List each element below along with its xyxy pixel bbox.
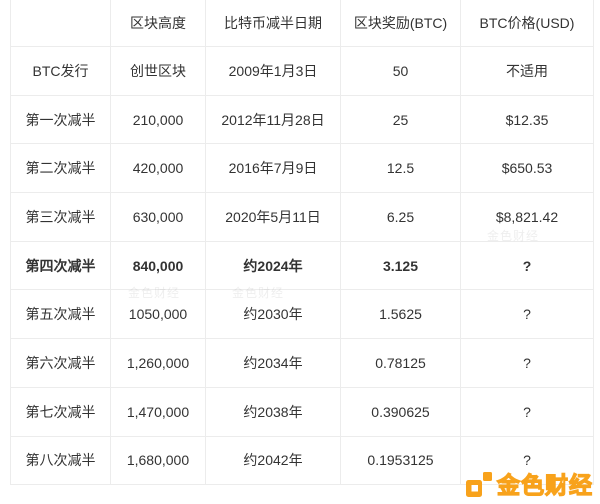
jinse-logo-text: 金色财经: [497, 471, 593, 499]
table-cell: $650.53: [461, 144, 594, 193]
table-cell: ?: [461, 339, 594, 388]
header-cell-halving-date: 比特币减半日期: [206, 0, 341, 47]
row-label: 第四次减半: [11, 241, 111, 290]
row-label: 第七次减半: [11, 387, 111, 436]
table-cell: 1,680,000: [111, 436, 206, 485]
table-cell: 2009年1月3日: [206, 47, 341, 96]
table-cell: 6.25: [341, 193, 461, 242]
halving-table-body: BTC发行创世区块2009年1月3日50不适用第一次减半210,0002012年…: [11, 47, 594, 485]
header-cell-empty: [11, 0, 111, 47]
jinse-finance-logo: 金色财经: [465, 471, 593, 499]
table-cell: 1,470,000: [111, 387, 206, 436]
table-row: 第四次减半840,000约2024年3.125?: [11, 241, 594, 290]
table-cell: 1.5625: [341, 290, 461, 339]
table-cell: 2016年7月9日: [206, 144, 341, 193]
table-cell: 1050,000: [111, 290, 206, 339]
table-cell: 约2038年: [206, 387, 341, 436]
header-cell-block-reward: 区块奖励(BTC): [341, 0, 461, 47]
row-label: 第二次减半: [11, 144, 111, 193]
table-cell: 3.125: [341, 241, 461, 290]
table-cell: 约2024年: [206, 241, 341, 290]
table-row: 第二次减半420,0002016年7月9日12.5$650.53: [11, 144, 594, 193]
table-row: 第三次减半630,0002020年5月11日6.25$8,821.42: [11, 193, 594, 242]
table-row: 第一次减半210,0002012年11月28日25$12.35: [11, 95, 594, 144]
table-cell: 0.78125: [341, 339, 461, 388]
row-label: 第三次减半: [11, 193, 111, 242]
table-cell: 约2042年: [206, 436, 341, 485]
table-cell: 0.390625: [341, 387, 461, 436]
table-cell: 不适用: [461, 47, 594, 96]
table-cell: 约2034年: [206, 339, 341, 388]
bitcoin-halving-table: 区块高度 比特币减半日期 区块奖励(BTC) BTC价格(USD) BTC发行创…: [10, 0, 594, 485]
table-cell: ?: [461, 387, 594, 436]
table-cell: 840,000: [111, 241, 206, 290]
table-cell: 630,000: [111, 193, 206, 242]
header-cell-btc-price: BTC价格(USD): [461, 0, 594, 47]
table-cell: 2012年11月28日: [206, 95, 341, 144]
page: 区块高度 比特币减半日期 区块奖励(BTC) BTC价格(USD) BTC发行创…: [0, 0, 600, 504]
header-row: 区块高度 比特币减半日期 区块奖励(BTC) BTC价格(USD): [11, 0, 594, 47]
table-cell: 1,260,000: [111, 339, 206, 388]
table-row: 第五次减半1050,000约2030年1.5625?: [11, 290, 594, 339]
table-row: 第六次减半1,260,000约2034年0.78125?: [11, 339, 594, 388]
jinse-logo-icon: [465, 471, 493, 499]
table-cell: $8,821.42: [461, 193, 594, 242]
table-cell: 420,000: [111, 144, 206, 193]
table-cell: 0.1953125: [341, 436, 461, 485]
header-cell-block-height: 区块高度: [111, 0, 206, 47]
table-cell: 2020年5月11日: [206, 193, 341, 242]
row-label: 第八次减半: [11, 436, 111, 485]
table-cell: 12.5: [341, 144, 461, 193]
table-cell: $12.35: [461, 95, 594, 144]
table-row: 第七次减半1,470,000约2038年0.390625?: [11, 387, 594, 436]
table-cell: ?: [461, 290, 594, 339]
table-cell: ?: [461, 241, 594, 290]
table-row: BTC发行创世区块2009年1月3日50不适用: [11, 47, 594, 96]
table-cell: 创世区块: [111, 47, 206, 96]
row-label: 第五次减半: [11, 290, 111, 339]
row-label: 第一次减半: [11, 95, 111, 144]
table-cell: 50: [341, 47, 461, 96]
row-label: 第六次减半: [11, 339, 111, 388]
table-cell: 25: [341, 95, 461, 144]
row-label: BTC发行: [11, 47, 111, 96]
table-cell: 约2030年: [206, 290, 341, 339]
table-cell: 210,000: [111, 95, 206, 144]
